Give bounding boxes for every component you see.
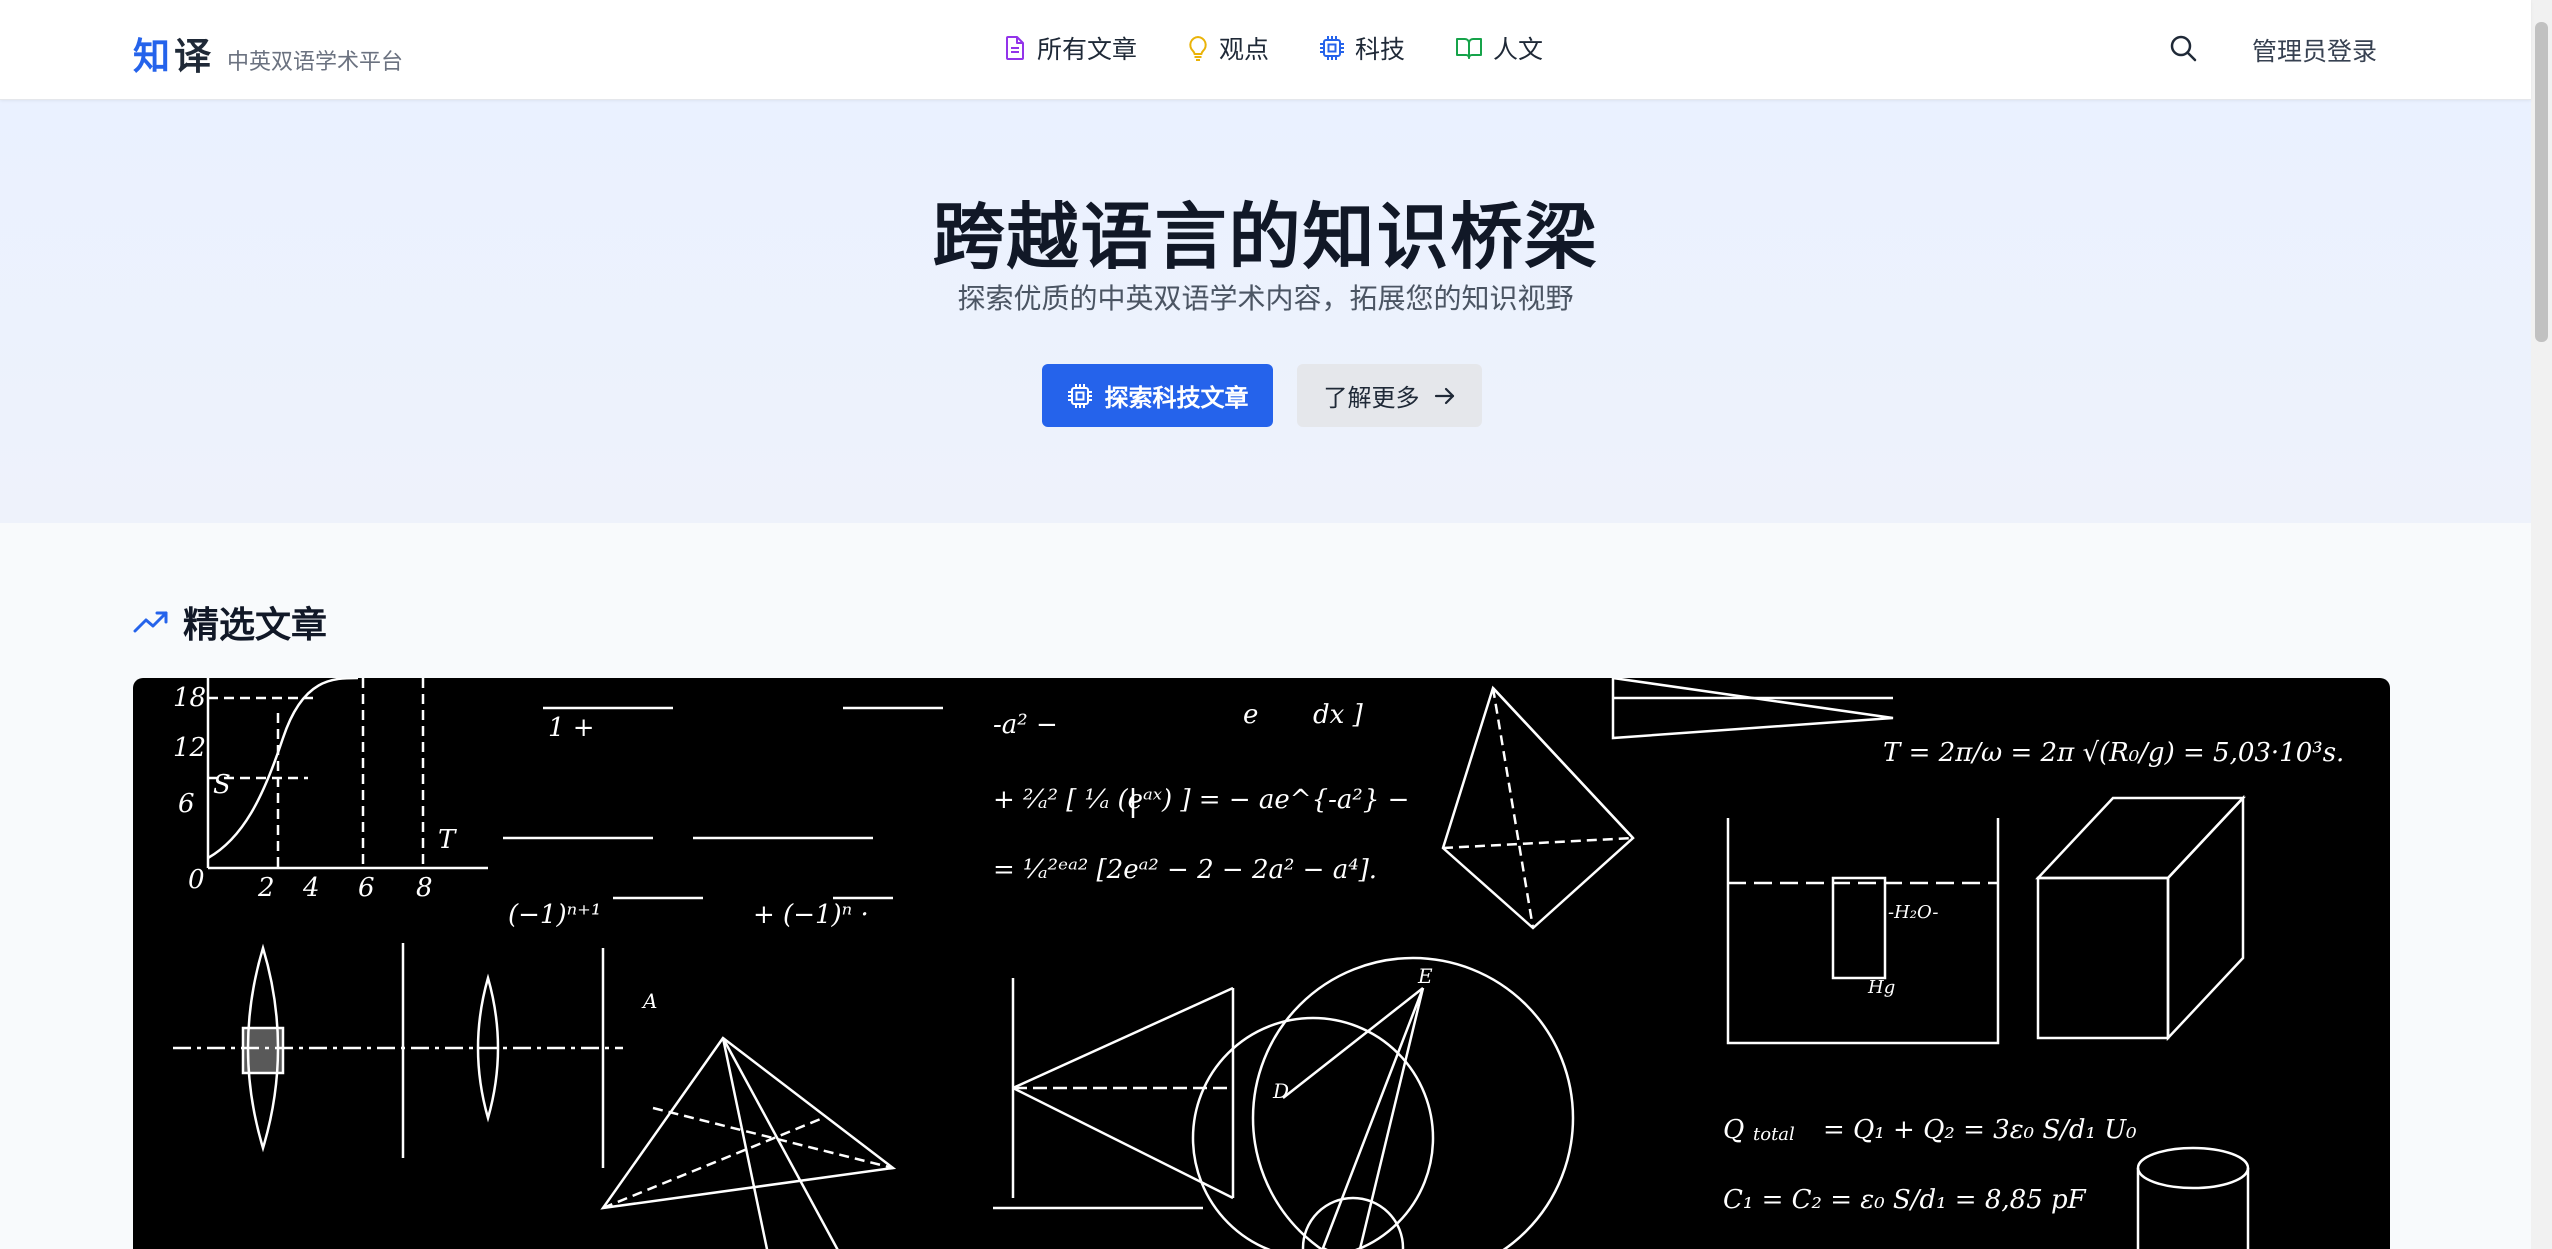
- book-icon: [1456, 38, 1483, 59]
- logo-tagline: 中英双语学术平台: [227, 50, 404, 75]
- hero-subtitle: 探索优质的中英双语学术内容，拓展您的知识视野: [957, 282, 1574, 315]
- svg-text:+ ²⁄ₐ² [ ¹⁄ₐ (eᵃˣ) ] = − ae^{-: + ²⁄ₐ² [ ¹⁄ₐ (eᵃˣ) ] = − ae^{-a²} −: [993, 785, 1409, 815]
- main-nav: 所有文章 观点 科技 人文: [1003, 30, 1593, 66]
- svg-text:C₁ = C₂ = ε₀ S/d₁ = 8,85 pF: C₁ = C₂ = ε₀ S/d₁ = 8,85 pF: [1723, 1185, 2087, 1215]
- svg-text:12: 12: [173, 733, 206, 763]
- learn-more-button[interactable]: 了解更多: [1297, 364, 1482, 427]
- nav-item-opinions[interactable]: 观点: [1187, 30, 1269, 66]
- svg-text:dx ]: dx ]: [1313, 700, 1364, 730]
- svg-text:-H₂O-: -H₂O-: [1888, 902, 1939, 923]
- svg-text:A: A: [641, 989, 657, 1013]
- nav-item-all-articles[interactable]: 所有文章: [1003, 30, 1137, 66]
- page-scrollbar-thumb[interactable]: [2535, 22, 2548, 342]
- top-navigation-bar: 知译 中英双语学术平台 所有文章 观点 科技 人文 管理员登录: [0, 0, 2531, 100]
- svg-text:18: 18: [173, 683, 206, 713]
- nav-label: 科技: [1355, 35, 1406, 64]
- search-button[interactable]: [2168, 33, 2198, 63]
- nav-item-humanities[interactable]: 人文: [1455, 30, 1543, 66]
- svg-text:8: 8: [416, 873, 433, 903]
- svg-text:total: total: [1753, 1124, 1795, 1145]
- nav-item-technology[interactable]: 科技: [1319, 30, 1405, 66]
- nav-label: 观点: [1219, 35, 1270, 64]
- svg-text:0: 0: [188, 865, 205, 895]
- chip-icon: [1067, 383, 1092, 408]
- svg-text:= ¹⁄ₐ²ᵉᵃ² [2eᵃ² − 2 − 2a² − a⁴: = ¹⁄ₐ²ᵉᵃ² [2eᵃ² − 2 − 2a² − a⁴].: [993, 855, 1377, 885]
- svg-text:6: 6: [178, 789, 195, 819]
- site-logo[interactable]: 知译 中英双语学术平台: [133, 26, 403, 80]
- section-title-text: 精选文章: [183, 605, 328, 646]
- svg-text:-a² −: -a² −: [993, 710, 1058, 740]
- admin-login-button[interactable]: 管理员登录: [2252, 32, 2377, 68]
- svg-text:Hg: Hg: [1867, 977, 1895, 998]
- button-label: 探索科技文章: [1104, 384, 1249, 412]
- lightbulb-icon: [1189, 36, 1207, 61]
- arrow-right-icon: [1434, 387, 1454, 404]
- svg-text:(−1)ⁿ⁺¹: (−1)ⁿ⁺¹: [508, 900, 601, 930]
- featured-article-card[interactable]: 18 12 6 0 2 4 6 8 S T 1 + -a² − e dx ] T…: [133, 678, 2390, 1249]
- explore-tech-articles-button[interactable]: 探索科技文章: [1042, 364, 1273, 427]
- svg-text:S: S: [213, 770, 231, 800]
- document-icon: [1006, 36, 1024, 60]
- svg-text:T: T: [438, 825, 457, 855]
- featured-article-image: 18 12 6 0 2 4 6 8 S T 1 + -a² − e dx ] T…: [173, 678, 2344, 1249]
- chip-icon: [1320, 36, 1345, 60]
- svg-text:+ (−1)ⁿ ·: + (−1)ⁿ ·: [753, 900, 869, 930]
- nav-label: 人文: [1493, 35, 1544, 64]
- svg-text:D: D: [1272, 1079, 1289, 1103]
- search-icon: [2170, 35, 2197, 62]
- svg-text:6: 6: [358, 873, 375, 903]
- svg-text:2: 2: [257, 873, 275, 903]
- svg-text:E: E: [1417, 964, 1433, 988]
- svg-text:4: 4: [302, 873, 320, 903]
- hero-title: 跨越语言的知识桥梁: [932, 195, 1599, 279]
- nav-label: 所有文章: [1037, 35, 1138, 64]
- svg-text:= Q₁ + Q₂ = 3ε₀ S/d₁ U₀: = Q₁ + Q₂ = 3ε₀ S/d₁ U₀: [1823, 1115, 2137, 1145]
- svg-text:T = 2π/ω = 2π √(R₀/g) = 5,03·1: T = 2π/ω = 2π √(R₀/g) = 5,03·10³s.: [1883, 738, 2344, 768]
- svg-text:e: e: [1243, 700, 1258, 730]
- hero-section: 跨越语言的知识桥梁 探索优质的中英双语学术内容，拓展您的知识视野 探索科技文章 …: [0, 100, 2531, 523]
- svg-text:Q: Q: [1723, 1115, 1744, 1145]
- featured-section-title: 精选文章: [133, 596, 327, 648]
- logo-mark: 知译: [133, 35, 215, 78]
- trending-up-icon: [133, 611, 168, 633]
- svg-text:1 +: 1 +: [548, 713, 595, 743]
- button-label: 了解更多: [1323, 384, 1420, 412]
